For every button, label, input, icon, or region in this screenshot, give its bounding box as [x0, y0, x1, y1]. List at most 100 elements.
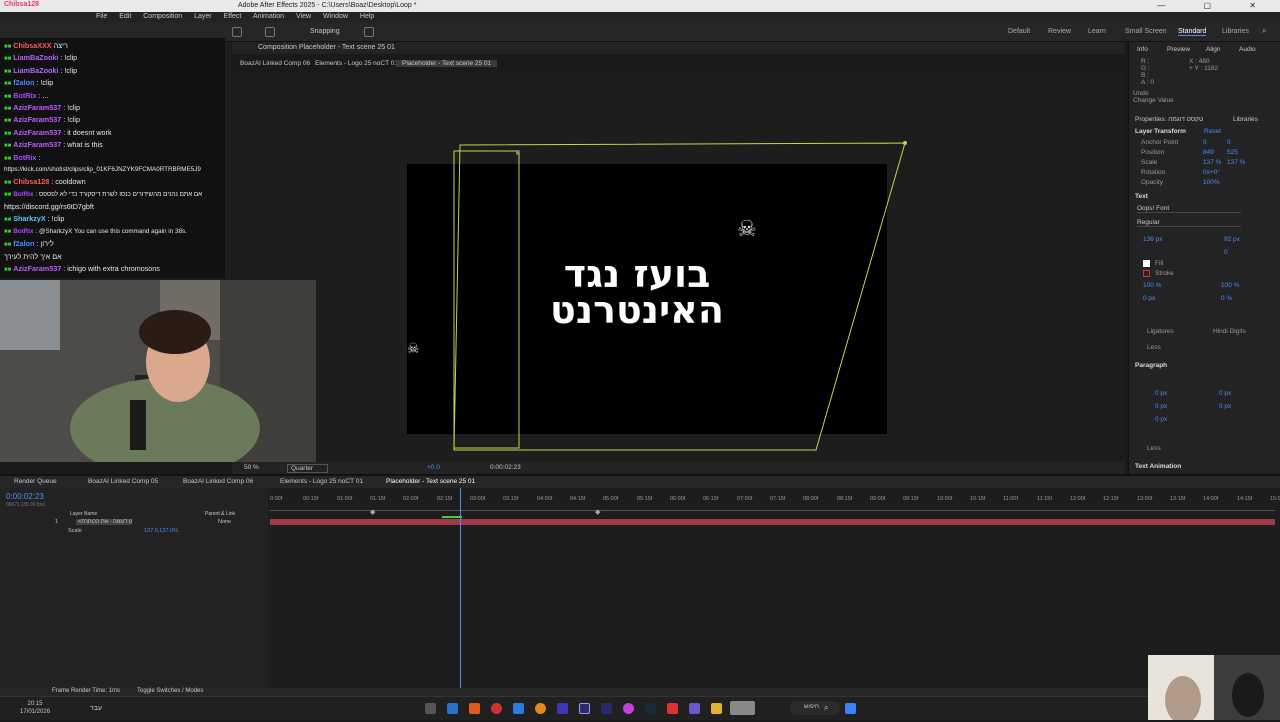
leading-value[interactable]: 92 px [1224, 236, 1240, 243]
clock-date[interactable]: 17/01/2026 [20, 708, 50, 716]
zoom-dropdown[interactable]: 50 % [244, 464, 259, 471]
menu-view[interactable]: View [296, 13, 311, 20]
tab-comp[interactable]: BoazAI Linked Comp 06 [183, 478, 253, 485]
search-icon[interactable]: ⌕ [824, 703, 828, 713]
app-icon[interactable] [667, 703, 678, 714]
space-before-value[interactable]: 0 px [1219, 390, 1231, 397]
menu-file[interactable]: File [96, 13, 107, 20]
ruler-tick-label: 02:00f [403, 496, 419, 502]
folder-icon[interactable] [711, 703, 722, 714]
window-controls[interactable]: — ▢ ✕ [1157, 1, 1274, 10]
tab-align[interactable]: Align [1206, 46, 1220, 53]
tab-libraries[interactable]: Libraries [1233, 116, 1258, 123]
menu-help[interactable]: Help [360, 13, 374, 20]
info-a: A : 0 [1141, 79, 1155, 86]
tab-info[interactable]: Info [1137, 46, 1148, 53]
timeline-track-area[interactable]: 0:00f 00:15f 01:00f 01:15f 02:00f 02:15f 03:00… [270, 488, 1280, 688]
app-icon[interactable] [535, 703, 546, 714]
tab-audio[interactable]: Audio [1239, 46, 1256, 53]
space-after-value[interactable]: 0 px [1219, 403, 1231, 410]
first-line-indent-value[interactable]: 0 px [1155, 416, 1167, 423]
fill-swatch[interactable] [1143, 260, 1150, 267]
menu-layer[interactable]: Layer [194, 13, 212, 20]
composition-panel-title[interactable]: Composition Placeholder - Text scene 25 … [258, 44, 395, 51]
home-icon[interactable] [232, 27, 242, 37]
discord-icon[interactable] [689, 703, 700, 714]
steam-icon[interactable] [645, 703, 656, 714]
timeline-timecode[interactable]: 0:00:02:23 [6, 492, 44, 501]
search-box[interactable]: חיפוש [790, 701, 840, 715]
tab-render-queue[interactable]: Render Queue [14, 478, 57, 485]
layer-duration-bar[interactable] [270, 519, 1275, 525]
resolution-dropdown[interactable]: Quarter [287, 464, 329, 473]
edge-icon[interactable] [447, 703, 458, 714]
chat-line[interactable]: https://discord.gg/rs6tD7gbft [0, 201, 225, 213]
workspace-review[interactable]: Review [1048, 28, 1071, 35]
app-icon[interactable] [513, 703, 524, 714]
language-indicator[interactable]: עבר [90, 705, 102, 712]
playhead[interactable] [460, 488, 461, 688]
breadcrumb-item-active[interactable]: Placeholder - Text scene 25 01 [396, 60, 498, 67]
indent-left-value[interactable]: 0 px [1155, 390, 1167, 397]
tracking-value[interactable]: 0 [1224, 249, 1228, 256]
hindi-digits-checkbox[interactable]: Hindi Digits [1213, 328, 1246, 335]
layer-name[interactable]: <טקסט דוגמה - את הכותרת> [76, 519, 132, 525]
after-effects-icon[interactable] [579, 703, 590, 714]
workspace-standard[interactable]: Standard [1178, 28, 1207, 36]
less-toggle[interactable]: Less [1147, 344, 1161, 351]
taskview-icon[interactable] [425, 703, 436, 714]
tab-preview[interactable]: Preview [1167, 46, 1190, 53]
app-icon[interactable] [557, 703, 568, 714]
workspace-small-screen[interactable]: Small Screen [1125, 28, 1167, 35]
app-icon[interactable] [491, 703, 502, 714]
horizontal-scale-value[interactable]: 100 % [1221, 282, 1239, 289]
workspace-libraries[interactable]: Libraries [1222, 28, 1249, 35]
current-time[interactable]: 0:00:02:23 [490, 464, 521, 471]
font-family-dropdown[interactable]: Oops! Font [1137, 205, 1241, 213]
indent-right-value[interactable]: 0 px [1155, 403, 1167, 410]
baseline-shift-value[interactable]: 0 px [1143, 295, 1155, 302]
tab-comp[interactable]: Elements - Logo 25 noCT 01 [280, 478, 363, 485]
menu-animation[interactable]: Animation [253, 13, 284, 20]
menu-composition[interactable]: Composition [143, 13, 182, 20]
snap-toggle-icon[interactable] [265, 27, 275, 37]
stroke-swatch[interactable] [1143, 270, 1150, 277]
vertical-scale-value[interactable]: 100 % [1143, 282, 1161, 289]
workspace-default[interactable]: Default [1008, 28, 1030, 35]
clock-time[interactable]: 20:15 [20, 700, 50, 708]
app-icon[interactable] [623, 703, 634, 714]
app-icon[interactable] [469, 703, 480, 714]
ligatures-checkbox[interactable]: Ligatures [1147, 328, 1174, 335]
reset-button[interactable]: Reset [1204, 128, 1221, 135]
workspace-learn[interactable]: Learn [1088, 28, 1106, 35]
menu-effect[interactable]: Effect [224, 13, 242, 20]
app-thumbnail[interactable] [730, 701, 755, 715]
tab-comp-active[interactable]: Placeholder - Text scene 25 01 [386, 478, 475, 485]
exposure-value[interactable]: +0.0 [427, 464, 440, 471]
font-size-value[interactable]: 136 px [1143, 236, 1163, 243]
less-toggle-paragraph[interactable]: Less [1147, 445, 1161, 452]
keyframe-icon[interactable]: ◆ [370, 508, 375, 516]
composition-panel-header: Composition Placeholder - Text scene 25 … [232, 42, 1125, 54]
menu-edit[interactable]: Edit [119, 13, 131, 20]
font-style-dropdown[interactable]: Regular [1137, 219, 1241, 227]
time-ruler[interactable]: 0:00f 00:15f 01:00f 01:15f 02:00f 02:15f 03:00… [270, 496, 1280, 508]
search-icon[interactable]: ⌕ [1262, 26, 1266, 36]
snap-options-icon[interactable] [364, 27, 374, 37]
prop-scale-value[interactable]: 137.0,137.0% [144, 528, 178, 534]
tab-comp[interactable]: BoazAI Linked Comp 05 [88, 478, 158, 485]
menu-window[interactable]: Window [323, 13, 348, 20]
tab-properties[interactable]: Properties: טקסט דוגמה [1135, 116, 1203, 123]
tsume-value[interactable]: 0 % [1221, 295, 1232, 302]
parent-dropdown[interactable]: None [218, 519, 231, 525]
keyframe-icon[interactable]: ◆ [595, 508, 600, 516]
start-icon[interactable] [845, 703, 856, 714]
transform-bounding-box[interactable] [440, 140, 915, 455]
breadcrumb-item[interactable]: BoazAI Linked Comp 06 [240, 60, 310, 67]
work-area-bar[interactable] [270, 510, 1275, 511]
breadcrumb-item[interactable]: Elements - Logo 25 noCT 01 [315, 60, 398, 67]
snapping-label[interactable]: Snapping [310, 28, 340, 35]
premiere-icon[interactable] [601, 703, 612, 714]
chat-line[interactable]: https://kick.com/shotist/clips/clip_01KF… [0, 164, 225, 176]
toggle-switches-modes[interactable]: Toggle Switches / Modes [137, 688, 203, 694]
